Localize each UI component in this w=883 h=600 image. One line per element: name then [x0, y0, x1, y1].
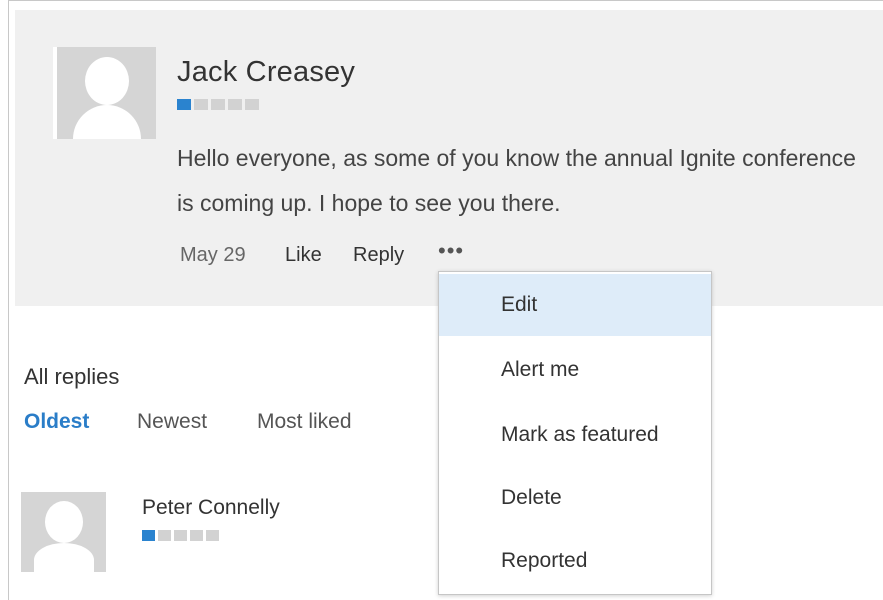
rank-segment — [211, 99, 225, 110]
rank-segment — [228, 99, 242, 110]
replies-heading: All replies — [24, 364, 120, 389]
rank-segment — [190, 530, 203, 541]
reply-author-name[interactable]: Peter Connelly — [142, 496, 280, 520]
more-options-icon[interactable]: ••• — [438, 238, 464, 264]
rank-segment — [177, 99, 191, 110]
avatar-body-icon — [33, 543, 94, 572]
like-button[interactable]: Like — [285, 244, 322, 267]
sort-most-liked-tab[interactable]: Most liked — [257, 410, 352, 434]
post-body-text: Hello everyone, as some of you know the … — [177, 145, 856, 216]
sort-newest-tab[interactable]: Newest — [137, 410, 207, 434]
rank-segment — [174, 530, 187, 541]
rank-segment — [142, 530, 155, 541]
post-date: May 29 — [180, 244, 246, 266]
post-author-name[interactable]: Jack Creasey — [177, 56, 355, 89]
sort-oldest-tab[interactable]: Oldest — [24, 410, 89, 434]
reply-author-avatar[interactable] — [18, 492, 106, 572]
frame-top-border — [8, 0, 883, 1]
reply-button[interactable]: Reply — [353, 244, 404, 267]
rank-segment — [158, 530, 171, 541]
menu-item-mark-as-featured[interactable]: Mark as featured — [439, 404, 711, 466]
frame-left-border — [8, 0, 9, 600]
menu-item-reported[interactable]: Reported — [439, 530, 711, 592]
menu-item-edit[interactable]: Edit — [439, 274, 711, 336]
menu-item-delete[interactable]: Delete — [439, 467, 711, 529]
rank-segment — [206, 530, 219, 541]
reply-author-rank — [142, 530, 219, 541]
rank-segment — [194, 99, 208, 110]
rank-segment — [245, 99, 259, 110]
post-author-rank — [177, 99, 259, 110]
post-options-menu: Edit Alert me Mark as featured Delete Re… — [438, 271, 712, 595]
avatar-head-icon — [84, 57, 129, 105]
menu-item-alert-me[interactable]: Alert me — [439, 339, 711, 401]
avatar-body-icon — [72, 105, 141, 139]
avatar-head-icon — [44, 501, 83, 543]
post-author-avatar[interactable] — [53, 47, 156, 139]
